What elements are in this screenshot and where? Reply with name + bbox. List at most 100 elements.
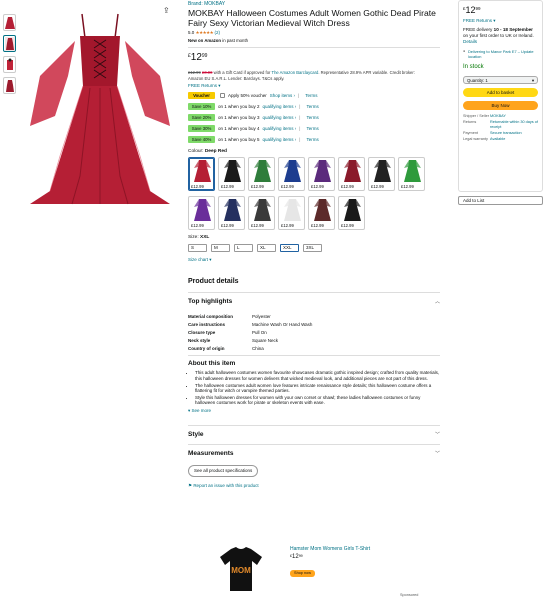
free-returns-link[interactable]: FREE Returns ▾ [188, 83, 440, 89]
offer-items-link[interactable]: qualifying items › [263, 137, 297, 143]
spec-key: Care instructions [188, 321, 226, 327]
add-to-list-button[interactable]: Add to List [458, 196, 543, 205]
quantity-select[interactable]: Quantity: 1 ▾ [463, 76, 538, 85]
swatch-dress-image [194, 159, 211, 182]
delivery-details-link[interactable]: Details [463, 39, 477, 44]
credit-tail: . Representative 28.9% APR variable. [318, 69, 389, 75]
new-on-amazon-tag: New on Amazon in past month [188, 38, 440, 43]
buybox-info-value[interactable]: MOKBAY [490, 114, 538, 119]
offer-items-link[interactable]: Shop items › [270, 93, 295, 99]
star-rating-icon[interactable]: ★★★★★ [196, 30, 214, 35]
offer-terms-link[interactable]: Terms [306, 126, 318, 132]
offer-text: on 1 when you buy 4 [218, 126, 260, 132]
colour-swatch[interactable]: £12.99 [308, 156, 335, 191]
size-option[interactable]: L [234, 243, 253, 252]
colour-swatch[interactable]: £12.99 [188, 156, 215, 191]
sponsored-ad[interactable]: MOM Hamster Mom Womens Girls T-Shirt £12… [208, 545, 438, 595]
ad-shop-now-button[interactable]: Shop now [290, 570, 315, 577]
buybox-info-key: Returns [463, 120, 477, 125]
style-toggle[interactable]: Style ﹀ [188, 424, 440, 444]
credit-text: with a Gift Card if approved for [213, 69, 271, 75]
offer-terms-link[interactable]: Terms [306, 115, 318, 121]
see-more-link[interactable]: ▾ See more [188, 408, 440, 414]
size-option[interactable]: M [211, 243, 230, 252]
chevron-down-icon: ﹀ [434, 431, 440, 438]
swatch-price: £12.99 [251, 222, 264, 228]
swatch-dress-image [224, 159, 241, 182]
size-option[interactable]: S [188, 243, 207, 252]
see-all-specs-button[interactable]: See all product specifications [188, 464, 259, 477]
buybox-info-value[interactable]: Returnable within 30 days of receipt [490, 120, 538, 130]
colour-swatch[interactable]: £12.99 [248, 195, 275, 230]
size-value: XXL [200, 234, 210, 240]
colour-swatch[interactable]: £12.99 [338, 156, 365, 191]
size-chart-link[interactable]: Size chart ▾ [188, 257, 440, 263]
colour-swatch[interactable]: £12.99 [248, 156, 275, 191]
colour-swatch[interactable]: £12.99 [308, 195, 335, 230]
swatch-price: £12.99 [221, 222, 234, 228]
about-list: This adult halloween costumes women favo… [188, 370, 440, 406]
spec-table: Material composition Polyester Care instru… [188, 314, 440, 351]
buybox-info-row: Legal warranty Available [463, 137, 538, 142]
colour-swatch[interactable]: £12.99 [218, 156, 245, 191]
style-label: Style [188, 430, 204, 438]
top-highlights-toggle[interactable]: Top highlights ︿ [188, 291, 440, 311]
size-label: Size: [188, 234, 199, 240]
colour-swatch[interactable]: £12.99 [368, 156, 395, 191]
buybox-price-fraction: 99 [475, 6, 481, 11]
delivery-location-link[interactable]: Delivering to Manor Park E7 – Update loc… [463, 49, 538, 59]
spec-value: Machine Wash Or Hand Wash [252, 321, 313, 327]
buy-now-button[interactable]: Buy Now [463, 101, 538, 111]
credit-offer-line2: Amazon EU S.A.R.L. Lender: Barclays. T&C… [188, 75, 285, 81]
size-option[interactable]: 3XL [303, 243, 322, 252]
colour-swatch[interactable]: £12.99 [188, 195, 215, 230]
offer-terms-link[interactable]: Terms [305, 93, 317, 99]
size-option[interactable]: XXL [280, 243, 299, 252]
offer-text: on 1 when you buy 5 [218, 137, 260, 143]
offer-items-link[interactable]: qualifying items › [263, 115, 297, 121]
about-this-item: About this item This adult halloween cos… [188, 354, 440, 414]
buybox-info-value[interactable]: Available [490, 137, 538, 142]
swatch-dress-image [404, 159, 421, 182]
offer-items-link[interactable]: qualifying items › [263, 104, 297, 110]
colour-swatch[interactable]: £12.99 [278, 195, 305, 230]
barclaycard-link[interactable]: The Amazon Barclaycard [272, 70, 319, 75]
buybox-info-value[interactable]: Secure transaction [490, 131, 538, 136]
offer-separator: | [299, 137, 301, 143]
thumbnail-2[interactable] [3, 35, 16, 52]
credit-old-price: £12.99 [188, 69, 201, 75]
measurements-toggle[interactable]: Measurements ﹀ [188, 443, 440, 463]
swatch-dress-image [344, 159, 361, 182]
see-more-label: See more [191, 408, 212, 414]
thumbnail-3[interactable] [3, 56, 16, 73]
colour-swatch[interactable]: £12.99 [278, 156, 305, 191]
voucher-badge: Voucher [188, 92, 215, 100]
offer-terms-link[interactable]: Terms [306, 104, 318, 110]
colour-swatch[interactable]: £12.99 [398, 156, 425, 191]
add-to-basket-button[interactable]: Add to basket [463, 88, 538, 98]
brand-link[interactable]: Brand: MOKBAY [188, 1, 440, 7]
ad-tshirt-image[interactable]: MOM [216, 545, 266, 593]
buybox-returns-link[interactable]: FREE Returns ▾ [463, 18, 538, 24]
main-product-image[interactable] [20, 6, 180, 206]
swatch-price: £12.99 [191, 183, 204, 189]
colour-selector-label: Colour: Deep Red [188, 149, 440, 155]
report-label: Report an issue with this product [193, 482, 259, 488]
credit-offer: £12.99 £0.00 with a Gift Card if approve… [188, 70, 440, 75]
rating-row[interactable]: 5.0 ★★★★★ (2) [188, 30, 440, 36]
offer-row: Save 40% on 1 when you buy 5 qualifying it… [188, 136, 440, 144]
offer-items-link[interactable]: qualifying items › [263, 126, 297, 132]
ad-title[interactable]: Hamster Mom Womens Girls T-Shirt [290, 546, 370, 552]
colour-swatch[interactable]: £12.99 [338, 195, 365, 230]
product-details-heading: Product details [188, 278, 239, 285]
review-count[interactable]: (2) [214, 30, 220, 35]
report-issue-link[interactable]: ⚑ Report an issue with this product [188, 483, 440, 489]
thumbnail-1[interactable] [3, 14, 16, 31]
colour-swatch[interactable]: £12.99 [218, 195, 245, 230]
share-icon[interactable]: ⇪ [163, 6, 170, 16]
thumbnail-4[interactable] [3, 77, 16, 94]
spec-value: China [252, 345, 264, 351]
voucher-checkbox[interactable] [220, 93, 225, 99]
offer-terms-link[interactable]: Terms [306, 137, 318, 143]
size-option[interactable]: XL [257, 243, 276, 252]
